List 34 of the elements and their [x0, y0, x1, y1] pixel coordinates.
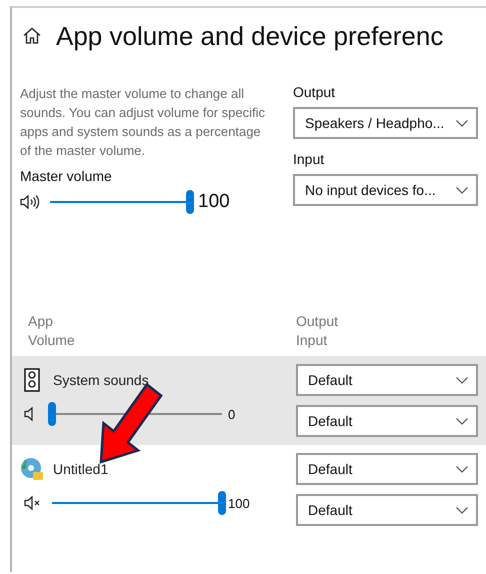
app-row[interactable]: System sounds 0 Default Default: [12, 356, 486, 445]
column-heading: Volume: [28, 331, 75, 350]
device-dropdown[interactable]: Default: [296, 364, 478, 396]
chevron-icon: [456, 376, 468, 384]
disc-icon: [20, 457, 44, 481]
output-label: Output: [293, 84, 336, 100]
home-icon[interactable]: [22, 26, 42, 46]
chevron-icon: [456, 418, 468, 424]
chevron-icon: [456, 120, 468, 126]
volume-value: 100: [198, 191, 230, 213]
description-text: Adjust the master volume to change all sounds. You can adjust volume for specific apps and system sounds as a percentage of the master volume.: [20, 85, 266, 160]
slider-thumb[interactable]: [186, 190, 194, 214]
chevron-icon: [456, 506, 468, 514]
device-dropdown[interactable]: Default: [296, 494, 478, 526]
device-dropdown[interactable]: No input devices fo...: [293, 174, 478, 206]
device-dropdown[interactable]: Speakers / Headpho...: [293, 107, 478, 139]
device-dropdown[interactable]: Default: [296, 405, 478, 437]
speaker-icon[interactable]: [20, 194, 42, 210]
column-heading: Output: [296, 312, 340, 331]
page-title: App volume and device preferenc: [56, 20, 444, 52]
slider-thumb[interactable]: [218, 491, 226, 515]
chevron-icon: [456, 186, 468, 194]
chevron-icon: [456, 466, 468, 472]
app-name: Untitled1: [53, 461, 108, 477]
slider-thumb[interactable]: [48, 402, 56, 426]
column-heading: App: [28, 312, 54, 331]
device-dropdown[interactable]: Default: [296, 453, 478, 485]
volume-value: 100: [228, 496, 250, 510]
volume-value: 0: [228, 406, 236, 422]
master-volume-label: Master volume: [20, 168, 113, 184]
app-name: System sounds: [53, 372, 149, 388]
column-heading: Input: [296, 331, 328, 350]
speaker-box-icon: [24, 368, 40, 392]
input-label: Input: [293, 151, 326, 167]
